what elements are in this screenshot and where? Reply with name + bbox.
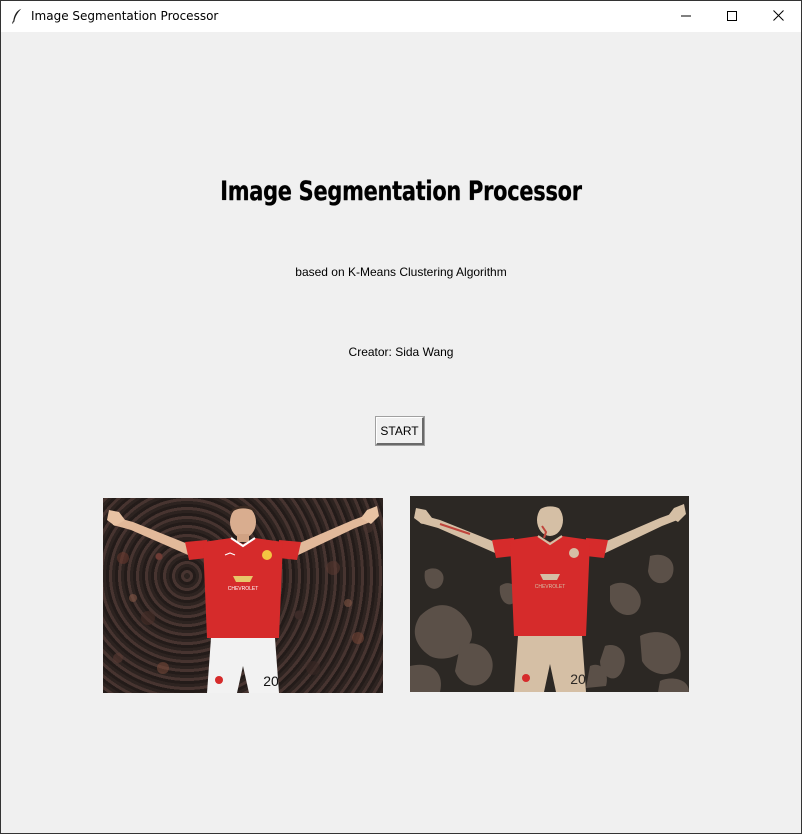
start-button[interactable]: START [375, 416, 425, 446]
segmented-image: CHEVROLET 20 [410, 496, 689, 692]
subtitle-text: based on K-Means Clustering Algorithm [295, 265, 507, 279]
shirt-sponsor-text: CHEVROLET [535, 584, 566, 590]
shorts-number-text: 20 [570, 671, 586, 687]
close-icon [772, 8, 784, 26]
maximize-icon [727, 8, 737, 26]
window-title: Image Segmentation Processor [31, 9, 219, 23]
original-image: CHEVROLET 20 [103, 498, 383, 693]
shirt-sponsor-text: CHEVROLET [228, 586, 259, 592]
shorts-number-text: 20 [263, 673, 279, 689]
creator-text: Creator: Sida Wang [348, 345, 454, 359]
minimize-button[interactable] [663, 1, 709, 32]
main-content: Image Segmentation Processor based on K-… [1, 32, 801, 833]
minimize-icon [681, 8, 691, 26]
title-bar[interactable]: Image Segmentation Processor [1, 1, 801, 32]
feather-icon [11, 8, 23, 24]
app-window: Image Segmentation Processor Image Segme… [0, 0, 802, 834]
page-title: Image Segmentation Processor [220, 176, 582, 207]
maximize-button[interactable] [709, 1, 755, 32]
close-button[interactable] [755, 1, 801, 32]
